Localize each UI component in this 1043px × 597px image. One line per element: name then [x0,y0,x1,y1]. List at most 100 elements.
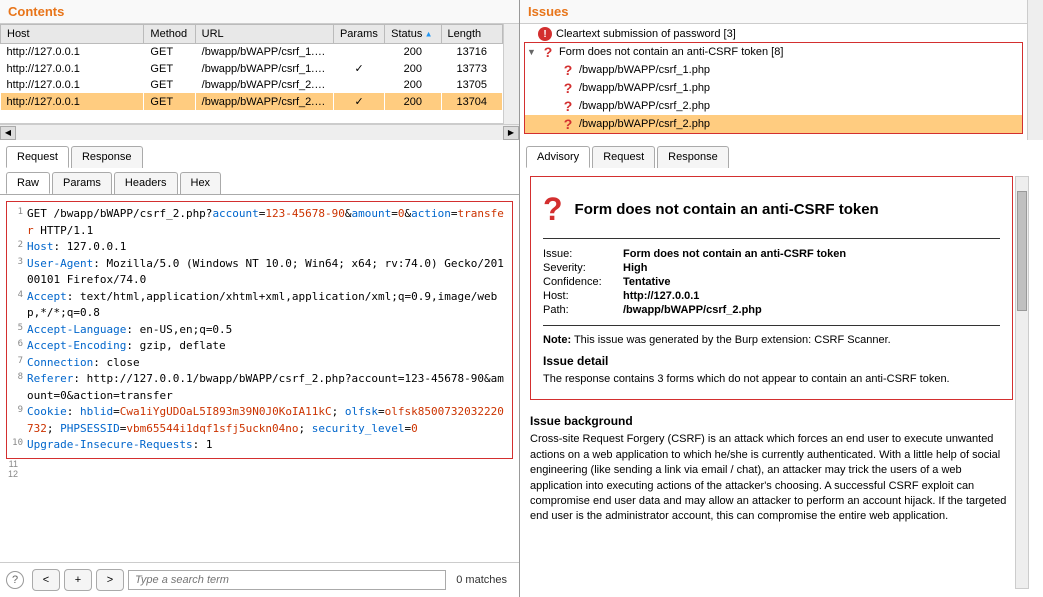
advisory-content: ? Form does not contain an anti-CSRF tok… [520,168,1043,597]
tree-item-label: /bwapp/bWAPP/csrf_2.php [579,118,710,130]
line-number: 4 [11,289,27,322]
tree-item[interactable]: ? /bwapp/bWAPP/csrf_2.php [525,97,1022,115]
contents-title: Contents [0,0,519,24]
line-number: 6 [11,338,27,355]
tree-item-label: /bwapp/bWAPP/csrf_1.php [579,82,710,94]
tree-item-label: Form does not contain an anti-CSRF token… [559,46,783,58]
request-view-tabs: Raw Params Headers Hex [0,168,519,195]
tab-headers[interactable]: Headers [114,172,178,194]
tree-item[interactable]: ! Cleartext submission of password [3] [522,26,1025,42]
tab-issue-response[interactable]: Response [657,146,729,168]
issue-detail-text: The response contains 3 forms which do n… [543,372,1000,387]
column-status[interactable]: Status ▲ [385,25,441,44]
request-line[interactable]: User-Agent: Mozilla/5.0 (Windows NT 10.0… [27,256,508,289]
table-row[interactable]: http://127.0.0.1GET/bwapp/bWAPP/csrf_1.p… [1,44,503,61]
question-icon: ? [561,116,575,132]
issues-vscroll[interactable] [1027,0,1043,140]
meta-label: Severity: [543,262,623,274]
column-params[interactable]: Params [333,25,384,44]
issues-tree[interactable]: ! Cleartext submission of password [3] ▼? F… [520,24,1027,140]
request-line[interactable]: Host: 127.0.0.1 [27,239,508,256]
table-row[interactable]: http://127.0.0.1GET/bwapp/bWAPP/csrf_2.p… [1,93,503,110]
advisory-vscroll[interactable] [1015,176,1029,589]
meta-value: /bwapp/bWAPP/csrf_2.php [623,304,762,316]
meta-label: Confidence: [543,276,623,288]
request-line[interactable]: Accept-Encoding: gzip, deflate [27,338,508,355]
tab-response[interactable]: Response [71,146,143,168]
tab-issue-request[interactable]: Request [592,146,655,168]
contents-vscroll[interactable] [503,24,519,124]
issues-title: Issues [520,0,1027,24]
search-add-button[interactable]: + [64,569,92,591]
scroll-right-icon[interactable]: ▶ [503,126,519,140]
request-line[interactable]: Referer: http://127.0.0.1/bwapp/bWAPP/cs… [27,371,508,404]
question-icon: ? [561,62,575,78]
advisory-title: Form does not contain an anti-CSRF token [575,201,879,218]
tree-item[interactable]: ? /bwapp/bWAPP/csrf_2.php [525,115,1022,133]
right-panel: Issues ! Cleartext submission of password… [520,0,1043,597]
issue-background-text: Cross-site Request Forgery (CSRF) is an … [530,432,1013,524]
search-input[interactable] [128,570,446,590]
line-number: 3 [11,256,27,289]
scroll-left-icon[interactable]: ◀ [0,126,16,140]
question-icon: ? [541,44,555,60]
line-number: 9 [11,404,27,437]
issue-background-title: Issue background [530,414,1013,428]
question-icon: ? [561,80,575,96]
tree-item[interactable]: ▼? Form does not contain an anti-CSRF tok… [525,43,1022,61]
question-icon: ? [561,98,575,114]
column-length[interactable]: Length [441,25,503,44]
tab-advisory[interactable]: Advisory [526,146,590,168]
tree-item-label: /bwapp/bWAPP/csrf_1.php [579,64,710,76]
tree-item-label: Cleartext submission of password [3] [556,28,736,40]
issue-detail-tabs: Advisory Request Response [520,140,1043,168]
request-response-tabs: Request Response [0,140,519,168]
request-line[interactable]: Upgrade-Insecure-Requests: 1 [27,437,508,454]
matches-label: 0 matches [450,574,513,586]
request-line[interactable]: GET /bwapp/bWAPP/csrf_2.php?account=123-… [27,206,508,239]
meta-value: http://127.0.0.1 [623,290,699,302]
line-number: 1 [11,206,27,239]
advisory-meta: Issue:Form does not contain an anti-CSRF… [543,247,1000,317]
search-prev-button[interactable]: < [32,569,60,591]
request-line[interactable]: Accept: text/html,application/xhtml+xml,… [27,289,508,322]
disclosure-icon: ▼ [527,47,537,57]
line-number: 8 [11,371,27,404]
request-raw-content[interactable]: 1GET /bwapp/bWAPP/csrf_2.php?account=123… [0,195,519,562]
left-panel: Contents HostMethodURLParamsStatus ▲Leng… [0,0,520,597]
advisory-note: Note: This issue was generated by the Bu… [543,334,1000,346]
meta-label: Path: [543,304,623,316]
tree-item-label: /bwapp/bWAPP/csrf_2.php [579,100,710,112]
tree-item[interactable]: ? /bwapp/bWAPP/csrf_1.php [525,79,1022,97]
table-row[interactable]: http://127.0.0.1GET/bwapp/bWAPP/csrf_1.p… [1,60,503,77]
contents-hscroll[interactable]: ◀ ▶ [0,124,519,140]
meta-label: Host: [543,290,623,302]
help-icon[interactable]: ? [6,571,24,589]
search-next-button[interactable]: > [96,569,124,591]
column-url[interactable]: URL [195,25,333,44]
sort-indicator-icon: ▲ [422,30,432,39]
tab-params[interactable]: Params [52,172,112,194]
request-line[interactable]: Cookie: hblid=Cwa1iYgUDOaL5I893m39N0J0Ko… [27,404,508,437]
tree-item[interactable]: ? /bwapp/bWAPP/csrf_1.php [525,61,1022,79]
contents-table[interactable]: HostMethodURLParamsStatus ▲Length http:/… [0,24,503,124]
search-bar: ? < + > 0 matches [0,562,519,597]
line-number: 2 [11,239,27,256]
request-line[interactable]: Connection: close [27,355,508,372]
tab-request[interactable]: Request [6,146,69,168]
tab-hex[interactable]: Hex [180,172,222,194]
line-number: 10 [11,437,27,454]
line-number: 7 [11,355,27,372]
meta-label: Issue: [543,248,623,260]
tab-raw[interactable]: Raw [6,172,50,194]
meta-value: High [623,262,647,274]
table-row[interactable]: http://127.0.0.1GET/bwapp/bWAPP/csrf_2.p… [1,77,503,93]
line-number: 5 [11,322,27,339]
column-host[interactable]: Host [1,25,144,44]
alert-icon: ! [538,27,552,41]
meta-value: Form does not contain an anti-CSRF token [623,248,846,260]
severity-icon: ? [543,191,563,228]
request-line[interactable]: Accept-Language: en-US,en;q=0.5 [27,322,508,339]
column-method[interactable]: Method [144,25,195,44]
issue-detail-title: Issue detail [543,354,1000,368]
